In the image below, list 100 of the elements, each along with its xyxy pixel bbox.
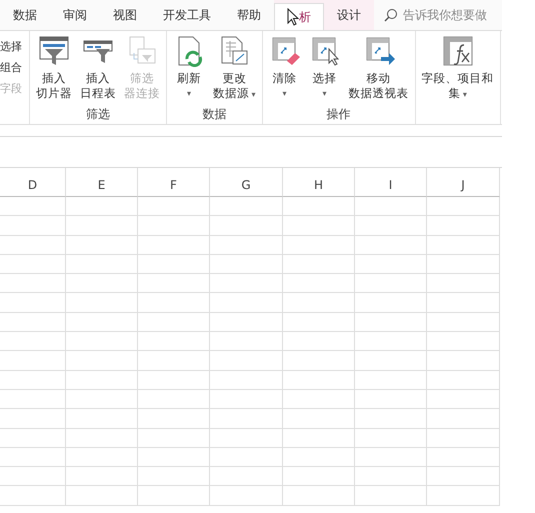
table-cell: [138, 332, 210, 352]
table-cell: [355, 254, 427, 274]
table-cell: [283, 312, 355, 332]
ribbon-button[interactable]: 字段、项目和 集 ▾: [418, 35, 497, 106]
ribbon-button[interactable]: 刷新 ▾: [170, 35, 208, 106]
table-cell: [355, 467, 427, 486]
table-cell: [355, 197, 427, 216]
ribbon-tab[interactable]: 设计: [324, 0, 374, 30]
table-cell: [283, 332, 355, 352]
table-cell: [283, 236, 355, 255]
table-cell: [138, 351, 210, 371]
search-icon: [384, 8, 398, 22]
table-cell: [355, 370, 427, 390]
table-cell: [138, 370, 210, 390]
table-cell: [283, 293, 355, 313]
table-cell: [0, 467, 66, 486]
ribbon-tab[interactable]: 析: [274, 3, 324, 30]
table-cell: [355, 293, 427, 313]
column-header[interactable]: G: [210, 168, 283, 197]
table-cell: [355, 236, 427, 255]
table-cell: [66, 428, 138, 448]
table-cell: [283, 390, 355, 410]
table-cell: [66, 351, 138, 371]
table-cell: [283, 467, 355, 486]
function-icon: [442, 35, 474, 67]
ribbon-button[interactable]: 更改 数据源 ▾: [210, 35, 259, 106]
table-cell: [0, 312, 66, 332]
group-label: 筛选: [85, 106, 111, 122]
table-cell: [138, 274, 210, 294]
table-cell: [66, 197, 138, 216]
table-cell: [66, 370, 138, 390]
table-cell: [66, 312, 138, 332]
table-cell: [0, 236, 66, 255]
table-cell: [0, 254, 66, 274]
ribbon-button[interactable]: 清除 ▾: [266, 35, 304, 106]
ribbon-tab[interactable]: 帮助: [224, 0, 274, 30]
column-header[interactable]: H: [283, 168, 355, 197]
table-cell: [138, 254, 210, 274]
ribbon-tab[interactable]: 视图: [100, 0, 150, 30]
funnel-icon: [38, 35, 70, 67]
table-cell: [283, 216, 355, 236]
table-cell: [283, 274, 355, 294]
table-cell: [0, 390, 66, 410]
table-cell: [66, 254, 138, 274]
table-cell: [0, 332, 66, 352]
ribbon-menu-item[interactable]: 选择: [0, 39, 22, 54]
table-cell: [66, 486, 138, 506]
table-cell: [66, 409, 138, 429]
table-cell: [66, 332, 138, 352]
ribbon-button[interactable]: 插入 切片器: [33, 35, 75, 106]
table-cell: [355, 312, 427, 332]
column-header[interactable]: J: [427, 168, 500, 197]
table-cell: [0, 428, 66, 448]
table-cell: [355, 216, 427, 236]
table-cell: [66, 236, 138, 255]
table-cell: [0, 274, 66, 294]
column-header[interactable]: F: [138, 168, 210, 197]
ribbon-tab[interactable]: 审阅: [50, 0, 100, 30]
ribbon-button[interactable]: 选择 ▾: [306, 35, 344, 106]
table-cell: [355, 448, 427, 468]
table-cell: [0, 351, 66, 371]
table-cell: [355, 486, 427, 506]
ribbon-button[interactable]: 移动 数据透视表: [346, 35, 412, 106]
table-cell: [138, 197, 210, 216]
column-header[interactable]: D: [0, 168, 66, 197]
column-header[interactable]: I: [355, 168, 427, 197]
table-cell: [0, 409, 66, 429]
table-cell: [0, 216, 66, 236]
table-cell: [66, 448, 138, 468]
table-cell: [66, 390, 138, 410]
table-cell: [138, 390, 210, 410]
table-cell: [355, 351, 427, 371]
table-cell: [66, 467, 138, 486]
group-label: 数据: [201, 106, 228, 122]
table-cell: [138, 312, 210, 332]
table-cell: [355, 409, 427, 429]
table-cell: [283, 486, 355, 506]
table-cell: [0, 370, 66, 390]
table-cell: [0, 197, 66, 216]
ribbon-tab[interactable]: 开发工具: [150, 0, 224, 30]
table-cell: [355, 274, 427, 294]
table-cell: [138, 467, 210, 486]
table-cell: [138, 448, 210, 468]
table-cell: [355, 428, 427, 448]
table-cell: [355, 332, 427, 352]
table-cell: [0, 486, 66, 506]
mouse-pointer-icon: [287, 8, 299, 26]
table-cell: [138, 428, 210, 448]
table-cell: [283, 351, 355, 371]
ribbon-menu-item[interactable]: 组合: [0, 60, 22, 75]
table-cell: [66, 293, 138, 313]
table-cell: [0, 293, 66, 313]
table-cell: [66, 216, 138, 236]
ribbon-tab[interactable]: 数据: [0, 0, 50, 30]
column-header[interactable]: E: [66, 168, 138, 197]
table-cell: [138, 293, 210, 313]
ribbon-button[interactable]: 插入 日程表: [77, 35, 119, 106]
table-cell: [283, 197, 355, 216]
table-cell: [283, 370, 355, 390]
table-cell: [0, 448, 66, 468]
